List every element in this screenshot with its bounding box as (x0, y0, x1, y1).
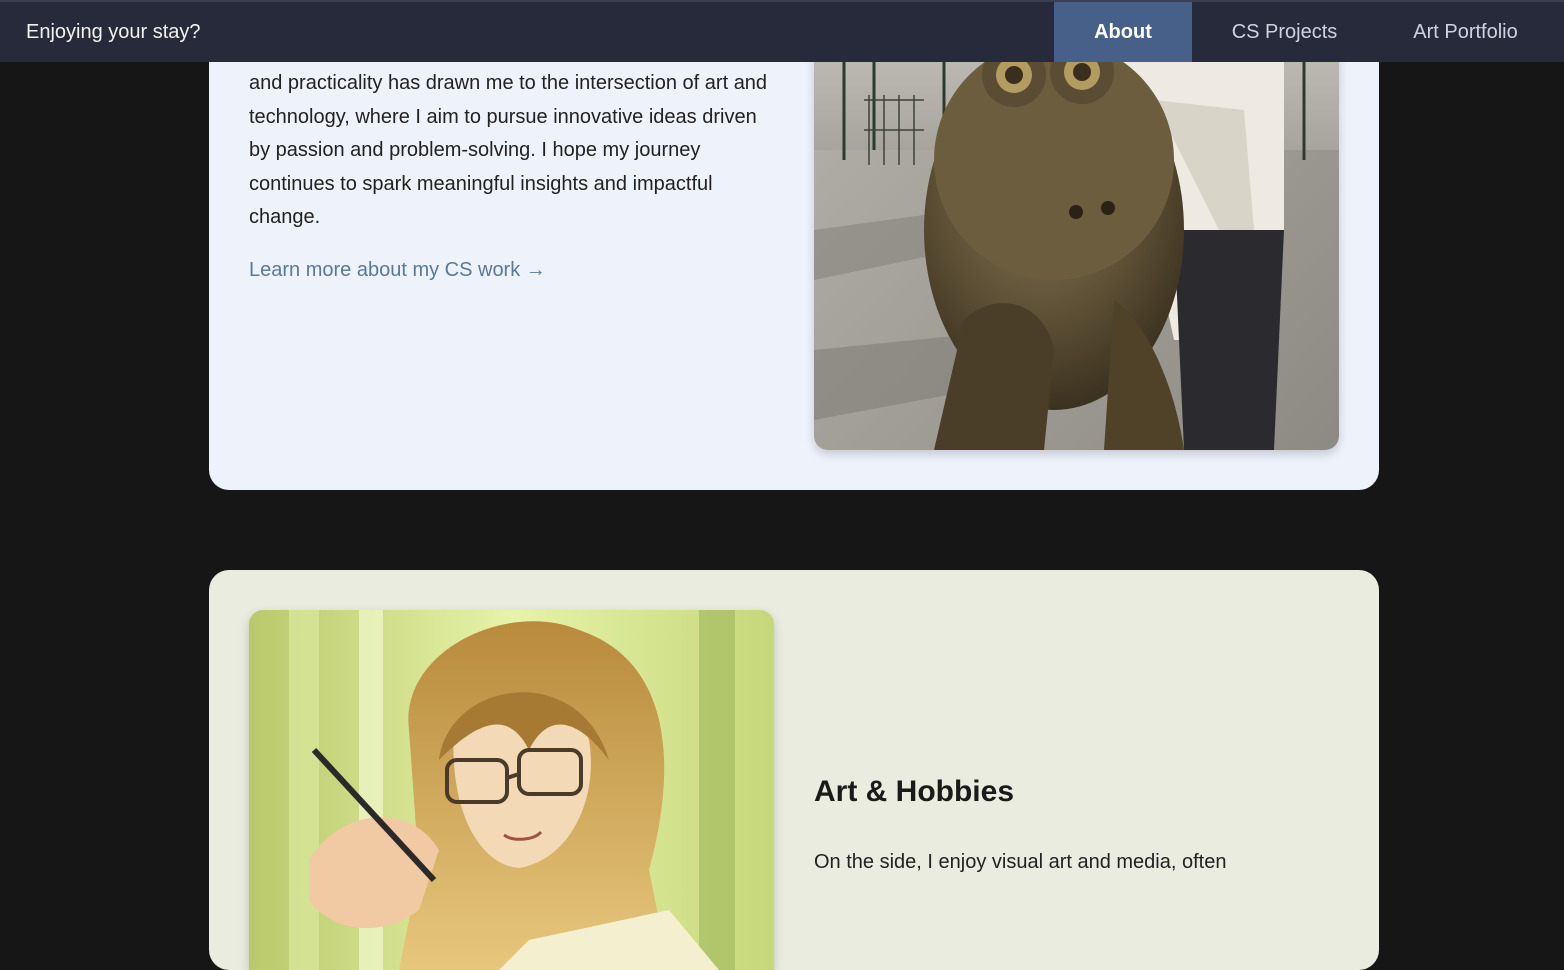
anime-artwork-illustration (249, 610, 774, 970)
cs-learn-more-link[interactable]: Learn more about my CS work → (249, 259, 546, 282)
frog-statue-photo (814, 0, 1339, 450)
anime-artwork-image (249, 610, 774, 970)
nav-art-portfolio[interactable]: Art Portfolio (1377, 2, 1564, 62)
nav-about[interactable]: About (1054, 2, 1192, 62)
art-hobbies-paragraph: On the side, I enjoy visual art and medi… (814, 851, 1227, 873)
nav-cs-projects[interactable]: CS Projects (1192, 2, 1377, 62)
top-navbar: Enjoying your stay? About CS Projects Ar… (0, 0, 1564, 62)
art-hobbies-card: Art & Hobbies On the side, I enjoy visua… (209, 570, 1379, 970)
art-hobbies-heading: Art & Hobbies (814, 775, 1015, 808)
nav-links: About CS Projects Art Portfolio (1054, 2, 1564, 62)
site-brand[interactable]: Enjoying your stay? (26, 2, 201, 62)
cs-about-card: and practicality has drawn me to the int… (209, 0, 1379, 490)
cs-paragraph: and practicality has drawn me to the int… (249, 72, 768, 229)
frog-statue-photo-illustration (814, 0, 1339, 450)
